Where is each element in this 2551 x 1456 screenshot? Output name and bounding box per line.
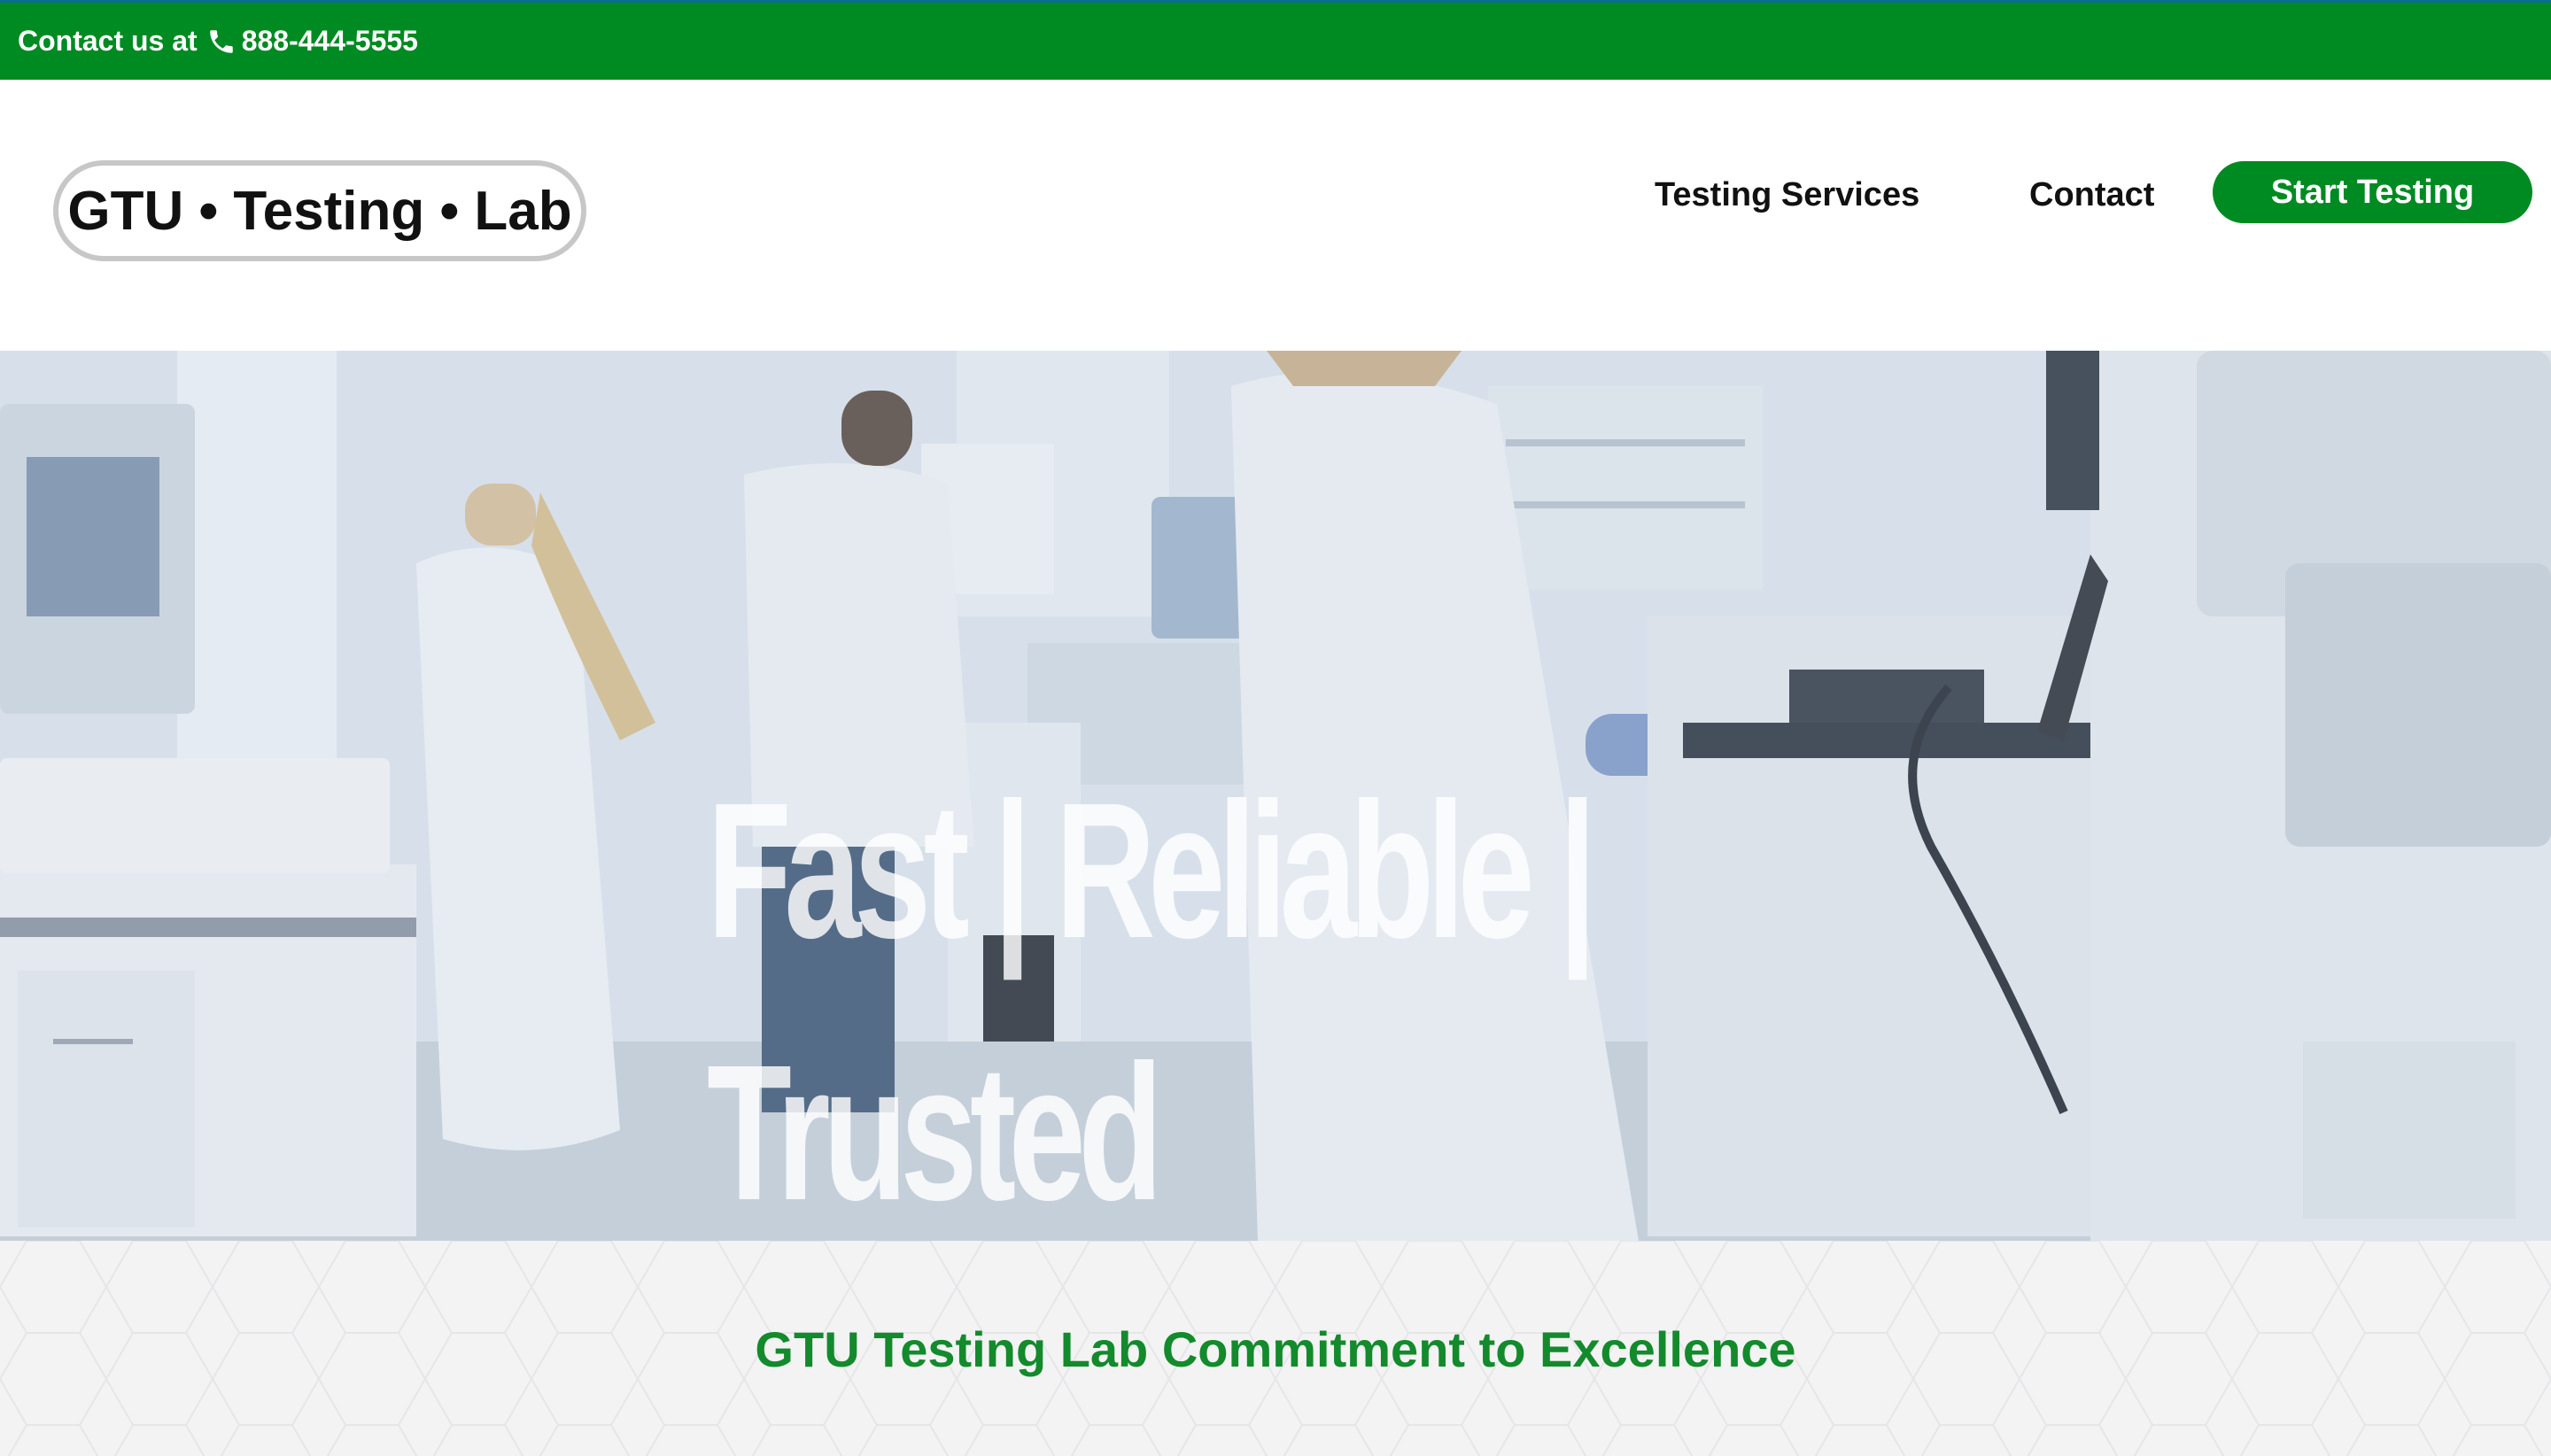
commitment-section: GTU Testing Lab Commitment to Excellence	[0, 1241, 2551, 1456]
commitment-title: GTU Testing Lab Commitment to Excellence	[755, 1321, 1796, 1377]
site-logo[interactable]: GTU • Testing • Lab	[53, 160, 586, 261]
contact-prefix: Contact us at	[18, 25, 198, 57]
contact-info[interactable]: Contact us at 888-444-5555	[18, 25, 418, 58]
nav-testing-services[interactable]: Testing Services	[1655, 164, 1919, 226]
hero-title: Fast | Reliable | Trusted	[707, 763, 1597, 1241]
nav-contact[interactable]: Contact	[2029, 164, 2154, 226]
hero-banner: Fast | Reliable | Trusted	[0, 351, 2551, 1241]
start-testing-button[interactable]: Start Testing	[2213, 161, 2532, 223]
phone-number[interactable]: 888-444-5555	[242, 25, 418, 58]
top-contact-bar: Contact us at 888-444-5555	[0, 0, 2551, 80]
site-header: GTU • Testing • Lab Testing Services Con…	[0, 80, 2551, 351]
phone-icon	[206, 27, 236, 57]
